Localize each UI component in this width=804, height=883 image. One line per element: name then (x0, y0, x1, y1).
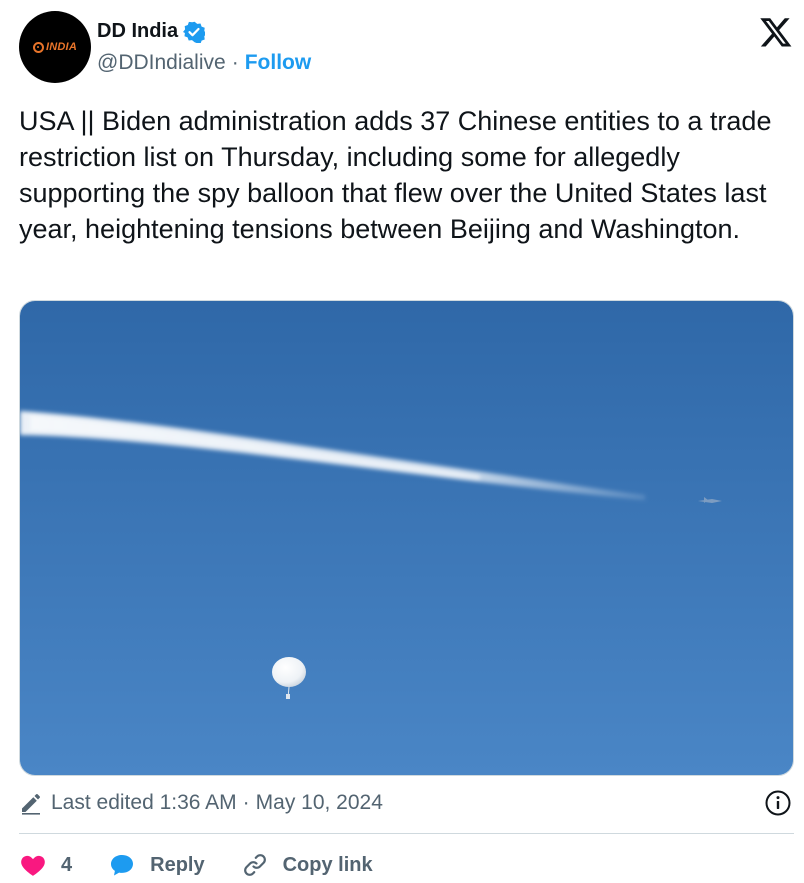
avatar-brand-text: INDIA (46, 41, 77, 53)
tweet-text: USA || Biden administration adds 37 Chin… (19, 106, 772, 244)
pencil-icon (22, 794, 40, 815)
dd-india-logo: INDIA (33, 41, 77, 53)
x-logo-icon[interactable] (759, 15, 793, 49)
tweet-header: INDIA DD India @DDIndialive · Follow (19, 11, 795, 83)
tweet-image[interactable] (19, 300, 794, 776)
dd-logo-icon (33, 41, 45, 53)
speech-bubble-icon (111, 855, 134, 876)
verified-badge-icon (183, 21, 206, 43)
handle-row: @DDIndialive · Follow (97, 51, 311, 75)
divider (19, 833, 794, 834)
reply-button[interactable]: Reply (108, 851, 205, 879)
name-row: DD India (97, 20, 206, 43)
reply-label: Reply (150, 853, 205, 876)
last-edited-time[interactable]: Last edited 1:36 AM (51, 791, 237, 815)
handle-separator: · (231, 51, 239, 74)
avatar[interactable]: INDIA (19, 11, 91, 83)
follow-button[interactable]: Follow (245, 51, 312, 75)
edited-separator: · (242, 791, 250, 814)
last-edited-date[interactable]: May 10, 2024 (256, 791, 383, 815)
like-button[interactable]: 4 (19, 851, 72, 879)
action-bar: 4 Reply Copy link (19, 849, 373, 881)
copy-link-button[interactable]: Copy link (241, 851, 373, 879)
edited-info-row: Last edited 1:36 AM · May 10, 2024 (19, 788, 794, 818)
copy-link-label: Copy link (282, 853, 373, 876)
display-name[interactable]: DD India (97, 20, 178, 43)
like-count: 4 (61, 853, 73, 876)
link-icon (243, 854, 266, 876)
heart-icon (21, 855, 45, 876)
handle[interactable]: @DDIndialive (97, 51, 226, 75)
info-icon[interactable] (764, 789, 792, 817)
sky-photo (20, 301, 793, 775)
